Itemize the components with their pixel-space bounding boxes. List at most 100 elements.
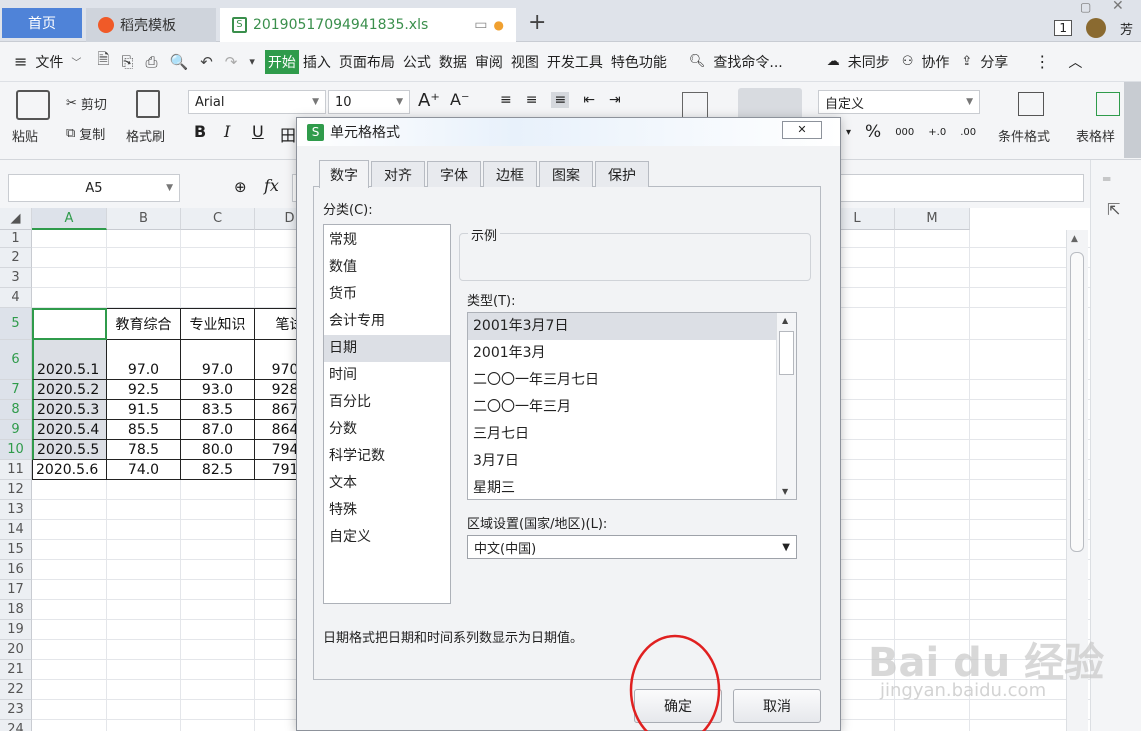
category-item[interactable]: 分数 (324, 416, 450, 443)
increase-decimal-button[interactable]: +.0 (928, 127, 946, 138)
row-header[interactable]: 1 (0, 230, 32, 248)
type-item[interactable]: 二〇〇一年三月七日 (468, 367, 776, 394)
menu-insert[interactable]: 插入 (299, 52, 335, 72)
monitor-icon[interactable]: ▭ (474, 17, 487, 33)
category-item[interactable]: 常规 (324, 227, 450, 254)
table-cell[interactable]: 93.0 (181, 380, 255, 400)
zoom-icon[interactable]: ⊕ (234, 178, 247, 196)
command-search[interactable]: 🔍︎ 查找命令... (689, 52, 787, 72)
number-format-select[interactable]: 自定义 ▼ (818, 90, 980, 114)
type-list-scrollbar[interactable]: ▲ ▼ (776, 313, 796, 499)
row-header[interactable]: 10 (0, 440, 32, 460)
undo-icon[interactable]: ↶ (200, 53, 213, 71)
type-item[interactable]: 3月7日 (468, 448, 776, 475)
scroll-down-icon[interactable]: ▼ (782, 487, 788, 496)
paste-button[interactable]: 粘贴 (12, 126, 38, 145)
menu-page-layout[interactable]: 页面布局 (335, 52, 399, 72)
merge-cells-icon[interactable] (682, 92, 708, 118)
conditional-format-icon[interactable] (1018, 92, 1044, 116)
table-cell[interactable]: 83.5 (181, 400, 255, 420)
dialog-close-icon[interactable]: ✕ (782, 121, 822, 139)
category-item[interactable]: 会计专用 (324, 308, 450, 335)
tab-pattern[interactable]: 图案 (539, 161, 593, 187)
row-header[interactable]: 21 (0, 660, 32, 680)
shrink-font-icon[interactable]: A⁻ (450, 90, 469, 109)
indent-increase-icon[interactable]: ⇥ (609, 92, 621, 108)
tab-number[interactable]: 数字 (319, 160, 369, 188)
type-list[interactable]: 2001年3月7日 2001年3月 二〇〇一年三月七日 二〇〇一年三月 三月七日 3月7日… (467, 312, 797, 500)
table-cell[interactable]: 92.5 (107, 380, 181, 400)
table-cell[interactable]: 2020.5.1 (32, 340, 107, 380)
align-middle-icon[interactable]: ≡ (526, 92, 538, 108)
more-icon[interactable]: ⋮ (1034, 52, 1050, 71)
category-item[interactable]: 百分比 (324, 389, 450, 416)
row-header[interactable]: 4 (0, 288, 32, 308)
category-item[interactable]: 文本 (324, 470, 450, 497)
row-header[interactable]: 17 (0, 580, 32, 600)
share-button[interactable]: ⇪ 分享 (961, 52, 1012, 72)
row-header[interactable]: 7 (0, 380, 32, 400)
format-painter-button[interactable]: 格式刷 (126, 126, 165, 145)
borders-icon[interactable]: 田 (280, 122, 296, 146)
table-cell[interactable]: 97.0 (107, 340, 181, 380)
save-icon[interactable]: 🗎 (97, 49, 109, 74)
copy-button[interactable]: ⧉ 复制 (66, 124, 105, 143)
tab-border[interactable]: 边框 (483, 161, 537, 187)
fx-button[interactable]: fx (264, 176, 279, 195)
column-header[interactable]: C (181, 208, 255, 230)
table-cell[interactable]: 2020.5.5 (32, 440, 107, 460)
table-style-icon[interactable] (1096, 92, 1120, 116)
type-item[interactable]: 2001年3月7日 (468, 313, 776, 340)
window-count-badge[interactable]: 1 (1054, 20, 1072, 36)
font-size-select[interactable]: 10 ▼ (328, 90, 410, 114)
row-header[interactable]: 2 (0, 248, 32, 268)
align-top-icon[interactable]: ≡ (500, 92, 512, 108)
row-header[interactable]: 18 (0, 600, 32, 620)
column-header[interactable]: M (895, 208, 970, 230)
scrollbar-thumb[interactable] (779, 331, 794, 375)
scrollbar-thumb[interactable] (1070, 252, 1084, 552)
align-bottom-icon[interactable]: ≡ (551, 92, 570, 108)
underline-button[interactable]: U (252, 122, 264, 141)
tab-template[interactable]: 稻壳模板 (86, 8, 216, 42)
collab-button[interactable]: ⚇ 协作 (902, 52, 954, 72)
font-name-select[interactable]: Arial ▼ (188, 90, 326, 114)
category-item[interactable]: 科学记数 (324, 443, 450, 470)
row-header[interactable]: 15 (0, 540, 32, 560)
type-item[interactable]: 三月七日 (468, 421, 776, 448)
menu-start[interactable]: 开始 (264, 49, 299, 74)
menu-formula[interactable]: 公式 (399, 52, 435, 72)
type-item[interactable]: 二〇〇一年三月 (468, 394, 776, 421)
sync-status[interactable]: ☁ 未同步 (827, 52, 894, 72)
export-icon[interactable]: ⎘ (121, 53, 133, 71)
indent-decrease-icon[interactable]: ⇤ (583, 92, 595, 108)
category-item[interactable]: 自定义 (324, 524, 450, 551)
table-cell[interactable]: 82.5 (181, 460, 255, 480)
cancel-button[interactable]: 取消 (733, 689, 821, 723)
file-menu[interactable]: ≡ 文件 ﹀ (14, 52, 81, 72)
category-item[interactable]: 特殊 (324, 497, 450, 524)
redo-icon[interactable]: ↷ (225, 53, 238, 71)
row-header[interactable]: 14 (0, 520, 32, 540)
category-item[interactable]: 日期 (324, 335, 450, 362)
category-item[interactable]: 数值 (324, 254, 450, 281)
table-style-button[interactable]: 表格样 (1076, 126, 1115, 145)
locale-select[interactable]: 中文(中国) ▼ (467, 535, 797, 559)
row-header[interactable]: 11 (0, 460, 32, 480)
row-header[interactable]: 6 (0, 340, 32, 380)
row-header[interactable]: 9 (0, 420, 32, 440)
column-header[interactable]: A (32, 208, 107, 230)
row-header[interactable]: 12 (0, 480, 32, 500)
row-header[interactable]: 16 (0, 560, 32, 580)
row-header[interactable]: 8 (0, 400, 32, 420)
cursor-tool-icon[interactable]: ⇱ (1107, 200, 1120, 219)
category-item[interactable]: 时间 (324, 362, 450, 389)
table-cell[interactable]: 85.5 (107, 420, 181, 440)
restore-icon[interactable]: ▢ (1080, 0, 1091, 14)
column-header[interactable]: B (107, 208, 181, 230)
scroll-up-icon[interactable]: ▲ (782, 316, 788, 325)
currency-dropdown-icon[interactable]: ▾ (846, 127, 851, 138)
row-header[interactable]: 3 (0, 268, 32, 288)
paste-icon[interactable] (16, 90, 50, 120)
table-cell[interactable]: 2020.5.4 (32, 420, 107, 440)
